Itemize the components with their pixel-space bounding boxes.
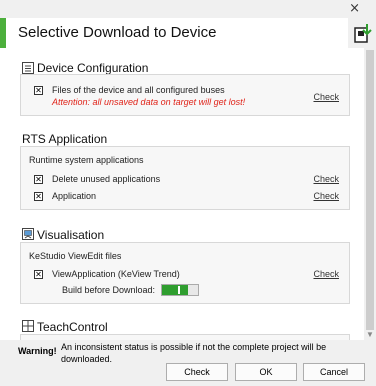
vertical-scrollbar[interactable]: ▼	[364, 48, 376, 340]
toggle-fill	[162, 285, 188, 295]
teachcontrol-icon	[22, 320, 34, 332]
delete-unused-check-link[interactable]: Check	[313, 174, 339, 184]
build-before-download-label: Build before Download:	[62, 285, 156, 295]
device-files-label: Files of the device and all configured b…	[52, 85, 225, 95]
close-icon[interactable]: ×	[349, 2, 360, 15]
dialog-title: Selective Download to Device	[18, 24, 217, 41]
section-title-device-configuration: Device Configuration	[37, 61, 149, 75]
device-warning-text: Attention: all unsaved data on target wi…	[52, 97, 246, 107]
scrollbar-thumb[interactable]	[366, 50, 374, 330]
rts-subtitle: Runtime system applications	[29, 155, 144, 165]
window-top-bar: ×	[0, 0, 376, 18]
delete-unused-checkbox[interactable]: ✕	[34, 175, 43, 184]
device-check-link[interactable]: Check	[313, 92, 339, 102]
visualisation-icon	[22, 228, 34, 240]
visualisation-panel: KeStudio ViewEdit files ✕ ViewApplicatio…	[20, 242, 350, 304]
toggle-knob	[178, 286, 180, 294]
ok-button[interactable]: OK	[235, 363, 297, 381]
cancel-button[interactable]: Cancel	[303, 363, 365, 381]
scroll-down-icon[interactable]: ▼	[366, 331, 374, 339]
view-application-check-link[interactable]: Check	[313, 269, 339, 279]
build-before-download-toggle[interactable]	[161, 284, 199, 296]
section-title-visualisation: Visualisation	[37, 228, 105, 242]
view-application-label: ViewApplication (KeView Trend)	[52, 269, 180, 279]
rts-application-panel: Runtime system applications ✕ Delete unu…	[20, 146, 350, 210]
delete-unused-label: Delete unused applications	[52, 174, 161, 184]
section-title-rts-application: RTS Application	[22, 132, 108, 146]
checklist-icon	[22, 62, 34, 74]
warning-message: An inconsistent status is possible if no…	[61, 342, 327, 364]
device-configuration-panel: ✕ Files of the device and all configured…	[20, 74, 350, 116]
dialog-footer: Warning! An inconsistent status is possi…	[0, 340, 376, 386]
dialog-header: Selective Download to Device	[0, 18, 348, 48]
device-download-icon	[354, 24, 372, 43]
application-label: Application	[52, 191, 97, 201]
warning-label: Warning!	[18, 346, 57, 356]
device-files-checkbox[interactable]: ✕	[34, 86, 43, 95]
view-application-checkbox[interactable]: ✕	[34, 270, 43, 279]
application-checkbox[interactable]: ✕	[34, 192, 43, 201]
section-title-teachcontrol: TeachControl	[37, 320, 108, 334]
visualisation-subtitle: KeStudio ViewEdit files	[29, 251, 122, 261]
check-button[interactable]: Check	[166, 363, 228, 381]
application-check-link[interactable]: Check	[313, 191, 339, 201]
sections-scroll-area[interactable]: Device Configuration ✕ Files of the devi…	[0, 48, 364, 340]
